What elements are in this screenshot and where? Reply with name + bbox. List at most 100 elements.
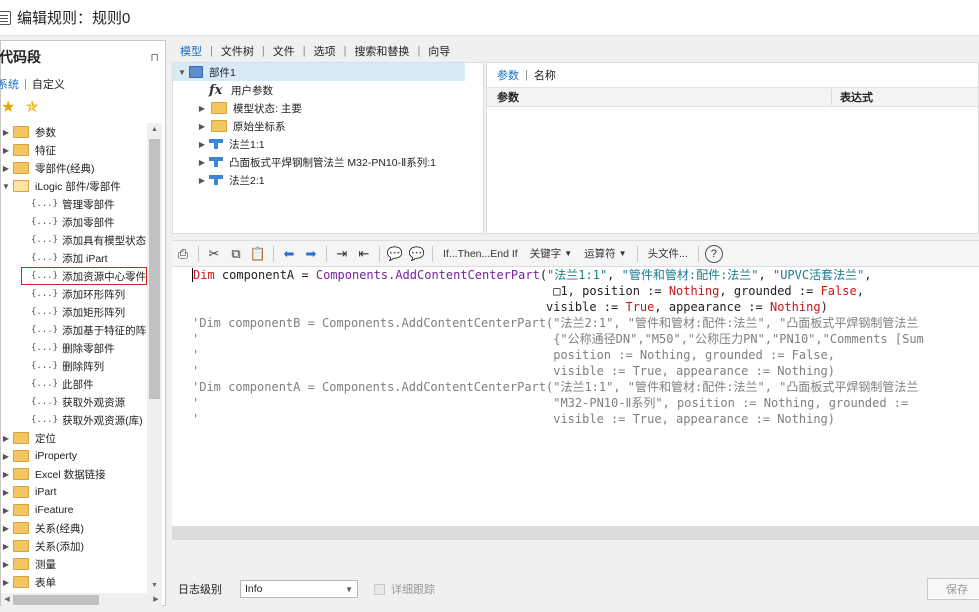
snippet-item[interactable]: {...} 管理零部件 bbox=[1, 195, 147, 213]
uncomment-icon[interactable]: 💬 bbox=[408, 244, 426, 264]
chevron-right-icon[interactable]: ▶ bbox=[1, 434, 11, 443]
chevron-right-icon[interactable]: ▶ bbox=[1, 164, 11, 173]
code-line[interactable]: □1, position := Nothing, grounded := Fal… bbox=[192, 283, 924, 299]
snippet-item[interactable]: {...} 删除阵列 bbox=[1, 357, 147, 375]
chevron-right-icon[interactable]: ▶ bbox=[1, 560, 11, 569]
tab-custom[interactable]: 自定义 bbox=[32, 76, 65, 92]
snippet-item[interactable]: {...}添加具有模型状态的 bbox=[1, 231, 147, 249]
chevron-right-icon[interactable]: ▶ bbox=[1, 524, 11, 533]
star-icon[interactable]: ★ bbox=[1, 100, 15, 116]
help-icon[interactable]: ? bbox=[704, 244, 723, 263]
snippet-folder[interactable]: ▶ 参数 bbox=[1, 123, 147, 141]
code-line[interactable]: ' {"公称通径DN","M50","公称压力PN","PN10","Comme… bbox=[192, 331, 924, 347]
tree-vertical-scrollbar[interactable]: ▲ ▼ bbox=[147, 123, 162, 593]
paste-icon[interactable]: 📋 bbox=[249, 244, 267, 264]
tab-params[interactable]: 参数 bbox=[497, 67, 519, 83]
snippet-folder[interactable]: ▶ iFeature bbox=[1, 501, 147, 519]
snippet-folder[interactable]: ▶ 特征 bbox=[1, 141, 147, 159]
snippet-folder[interactable]: ▶ 定位 bbox=[1, 429, 147, 447]
editor-tab[interactable]: 文件 bbox=[265, 43, 303, 59]
chevron-right-icon[interactable]: ▶ bbox=[195, 104, 209, 113]
snippet-item[interactable]: {...} 添加资源中心零件 bbox=[21, 267, 147, 285]
model-tree-node[interactable]: ▶ 凸面板式平焊钢制管法兰 M32-PN10-Ⅱ系列:1 bbox=[173, 153, 483, 171]
snippet-item[interactable]: {...} 添加矩形阵列 bbox=[1, 303, 147, 321]
chevron-down-icon[interactable]: ▼ bbox=[1, 182, 11, 191]
keywords-dropdown[interactable]: 关键字 ▼ bbox=[526, 244, 576, 264]
model-tree-node[interactable]: ▶ 原始坐标系 bbox=[173, 117, 483, 135]
tab-system[interactable]: 系统 bbox=[0, 76, 19, 92]
snippet-item[interactable]: {...} 添加 iPart bbox=[1, 249, 147, 267]
scroll-up-icon[interactable]: ▲ bbox=[147, 123, 162, 137]
chevron-right-icon[interactable]: ▶ bbox=[1, 542, 11, 551]
chevron-right-icon[interactable]: ▶ bbox=[195, 140, 209, 149]
snippet-item[interactable]: {...} 添加环形阵列 bbox=[1, 285, 147, 303]
code-line[interactable]: ' visible := True, appearance := Nothing… bbox=[192, 363, 924, 379]
outdent-icon[interactable]: ⇤ bbox=[355, 244, 373, 264]
snippet-item[interactable]: {...} 获取外观资源(库) bbox=[1, 411, 147, 429]
snippet-folder[interactable]: ▶ iPart bbox=[1, 483, 147, 501]
snippet-item[interactable]: {...} 添加零部件 bbox=[1, 213, 147, 231]
chevron-right-icon[interactable]: ▶ bbox=[1, 128, 11, 137]
if-then-button[interactable]: If...Then...End If bbox=[439, 244, 522, 264]
snippet-item[interactable]: {...} 删除零部件 bbox=[1, 339, 147, 357]
model-tree-node[interactable]: ▶ 模型状态: 主要 bbox=[173, 99, 483, 117]
code-line[interactable]: ' "M32-PN10-Ⅱ系列", position := Nothing, g… bbox=[192, 395, 924, 411]
code-line[interactable]: 'Dim componentA = Components.AddContentC… bbox=[192, 379, 924, 395]
copy-icon[interactable]: ⧉ bbox=[227, 244, 245, 264]
chevron-right-icon[interactable]: ▶ bbox=[1, 488, 11, 497]
snippet-folder[interactable]: ▶ Excel 数据链接 bbox=[1, 465, 147, 483]
code-line[interactable]: visible := True, appearance := Nothing) bbox=[192, 299, 924, 315]
star-add-icon[interactable]: ✯ bbox=[25, 100, 38, 116]
editor-tab[interactable]: 模型 bbox=[172, 43, 210, 59]
editor-tab[interactable]: 文件树 bbox=[213, 43, 262, 59]
model-tree-node[interactable]: ▶ 法兰1:1 bbox=[173, 135, 483, 153]
snippet-folder[interactable]: ▶ 测量 bbox=[1, 555, 147, 573]
snippet-folder[interactable]: ▶ 关系(经典) bbox=[1, 519, 147, 537]
code-line[interactable]: ' position := Nothing, grounded := False… bbox=[192, 347, 924, 363]
snippet-folder[interactable]: ▶ iProperty bbox=[1, 447, 147, 465]
header-file-button[interactable]: 头文件... bbox=[644, 244, 692, 264]
scroll-thumb[interactable] bbox=[13, 595, 99, 605]
chevron-right-icon[interactable]: ▶ bbox=[1, 578, 11, 587]
editor-tab[interactable]: 搜索和替换 bbox=[346, 43, 417, 59]
redo-icon[interactable]: ➡ bbox=[302, 244, 320, 264]
snippet-item[interactable]: {...} 获取外观资源 bbox=[1, 393, 147, 411]
scroll-left-icon[interactable]: ◀ bbox=[1, 593, 13, 607]
snippet-folder[interactable]: ▶ 零部件(经典) bbox=[1, 159, 147, 177]
editor-tab[interactable]: 向导 bbox=[420, 43, 458, 59]
code-text[interactable]: Dim componentA = Components.AddContentCe… bbox=[192, 267, 924, 427]
code-line[interactable]: ' visible := True, appearance := Nothing… bbox=[192, 411, 924, 427]
code-line[interactable]: Dim componentA = Components.AddContentCe… bbox=[192, 267, 924, 283]
scroll-right-icon[interactable]: ▶ bbox=[150, 593, 162, 607]
snippet-folder[interactable]: ▶ 表单 bbox=[1, 573, 147, 591]
col-param[interactable]: 参数 bbox=[487, 89, 832, 105]
editor-tab[interactable]: 选项 bbox=[306, 43, 344, 59]
comment-icon[interactable]: 💬 bbox=[386, 244, 404, 264]
chevron-right-icon[interactable]: ▶ bbox=[195, 176, 209, 185]
model-tree-node[interactable]: fx 用户参数 bbox=[173, 81, 483, 99]
snippet-folder[interactable]: ▼ iLogic 部件/零部件 bbox=[1, 177, 147, 195]
tab-names[interactable]: 名称 bbox=[534, 67, 556, 83]
model-tree-node[interactable]: ▼ 部件1 bbox=[173, 63, 465, 81]
code-line[interactable]: 'Dim componentB = Components.AddContentC… bbox=[192, 315, 924, 331]
snippet-folder[interactable]: ▶ 关系(添加) bbox=[1, 537, 147, 555]
undo-icon[interactable]: ⬅ bbox=[280, 244, 298, 264]
chevron-right-icon[interactable]: ▶ bbox=[195, 158, 209, 167]
snippet-item[interactable]: {...}添加基于特征的阵列 bbox=[1, 321, 147, 339]
model-tree-node[interactable]: ▶ 法兰2:1 bbox=[173, 171, 483, 189]
col-expression[interactable]: 表达式 bbox=[832, 89, 873, 105]
scroll-thumb[interactable] bbox=[149, 139, 160, 399]
operators-dropdown[interactable]: 运算符 ▼ bbox=[580, 244, 630, 264]
chevron-right-icon[interactable]: ▶ bbox=[1, 146, 11, 155]
snippet-item[interactable]: {...} 此部件 bbox=[1, 375, 147, 393]
print-icon[interactable]: ⎙ bbox=[174, 244, 192, 264]
chevron-right-icon[interactable]: ▶ bbox=[195, 122, 209, 131]
indent-icon[interactable]: ⇥ bbox=[333, 244, 351, 264]
chevron-right-icon[interactable]: ▶ bbox=[1, 506, 11, 515]
chevron-right-icon[interactable]: ▶ bbox=[1, 452, 11, 461]
save-button[interactable]: 保存 bbox=[927, 578, 979, 600]
trace-checkbox[interactable] bbox=[374, 583, 385, 595]
cut-icon[interactable]: ✂ bbox=[205, 244, 223, 264]
log-level-select[interactable]: Info ▼ bbox=[240, 580, 358, 598]
chevron-right-icon[interactable]: ▶ bbox=[1, 470, 11, 479]
